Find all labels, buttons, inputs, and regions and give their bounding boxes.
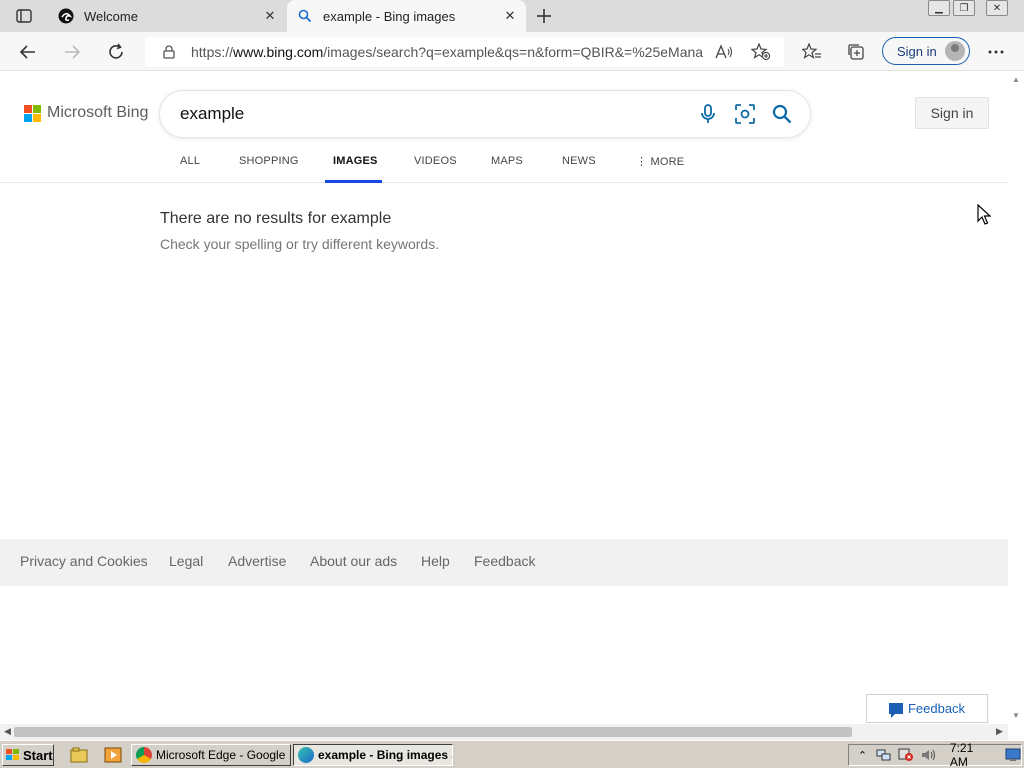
url-host: www.bing.com [233,44,324,60]
search-query[interactable]: example [180,104,244,124]
edge-icon [298,747,314,763]
start-label: Start [23,747,53,763]
security-alert-icon[interactable] [898,747,914,763]
vertical-tabs: ALL SHOPPING IMAGES VIDEOS MAPS NEWS ⋮ M… [0,151,1008,183]
network-icon[interactable] [876,747,892,763]
edge-favicon-icon [58,8,74,24]
minimize-icon[interactable]: ▁ [928,0,950,16]
more-dots-icon: ⋮ [636,156,648,168]
volume-icon[interactable] [920,747,936,763]
bing-signin-button[interactable]: Sign in [915,97,989,129]
active-tab-indicator [325,180,382,183]
tab-shopping[interactable]: SHOPPING [239,155,299,167]
address-bar[interactable]: https://www.bing.com/images/search?q=exa… [145,37,784,67]
bing-logo[interactable]: Microsoft Bing [24,104,148,122]
collections-icon[interactable] [842,38,870,66]
favorites-icon[interactable] [798,38,826,66]
tab-images[interactable]: IMAGES [333,155,378,167]
read-aloud-icon[interactable] [710,38,738,66]
profile-signin-button[interactable]: Sign in [882,37,970,65]
url-text: https://www.bing.com/images/search?q=exa… [191,44,703,60]
tab-videos[interactable]: VIDEOS [414,155,457,167]
new-tab-icon[interactable] [532,4,556,28]
logo-text: Microsoft Bing [47,104,149,121]
no-results-title: There are no results for example [160,210,392,227]
feedback-icon [888,703,903,718]
tab-more[interactable]: ⋮ MORE [636,155,684,168]
scrollbar-thumb[interactable] [14,727,852,737]
search-icon[interactable] [770,102,794,126]
footer-link-advertise[interactable]: Advertise [228,553,286,569]
avatar-icon [945,41,965,61]
tab-strip: Welcome ✕ example - Bing images ✕ ▁ ❐ ✕ [0,0,1024,32]
tab-actions-icon[interactable] [8,4,40,28]
tab-more-label: MORE [650,156,685,168]
mouse-cursor-icon [977,204,991,225]
search-box[interactable]: example [160,91,810,137]
footer-link-help[interactable]: Help [421,553,450,569]
add-favorite-icon[interactable] [747,38,775,66]
forward-icon[interactable] [58,38,86,66]
clock[interactable]: 7:21 AM [950,741,991,769]
start-button[interactable]: Start [2,744,54,766]
scroll-left-icon[interactable]: ◀ [4,726,11,737]
tab-title: Welcome [84,8,138,24]
tab-bing-images[interactable]: example - Bing images ✕ [287,0,526,32]
feedback-button[interactable]: Feedback [866,694,988,723]
explorer-quicklaunch-icon[interactable] [70,746,88,764]
taskbar-item-edge[interactable]: example - Bing images a... [293,744,453,766]
microsoft-logo-icon [24,104,41,122]
no-results-subtitle: Check your spelling or try different key… [160,236,440,252]
scroll-up-icon[interactable]: ▲ [1012,75,1020,84]
browser-chrome: Welcome ✕ example - Bing images ✕ ▁ ❐ ✕ [0,0,1024,71]
back-icon[interactable] [14,38,42,66]
feedback-button-label: Feedback [907,701,966,716]
search-favicon-icon [297,8,313,24]
footer-link-about-ads[interactable]: About our ads [310,553,397,569]
refresh-icon[interactable] [102,38,130,66]
tab-all[interactable]: ALL [180,155,200,167]
close-tab-icon[interactable]: ✕ [500,6,520,26]
tab-title: example - Bing images [323,8,456,24]
lock-icon[interactable] [163,45,179,59]
url-path: /images/search?q=example&qs=n&form=QBIR&… [323,44,703,60]
address-toolbar: https://www.bing.com/images/search?q=exa… [0,32,1024,71]
show-hidden-icons-icon[interactable]: ⌃ [855,747,870,763]
system-tray: ⌃ 7:21 AM [848,741,1022,769]
windows-flag-icon [6,749,20,761]
footer-link-legal[interactable]: Legal [169,553,203,569]
display-icon[interactable] [1005,747,1021,763]
chrome-icon [136,747,152,763]
taskbar-item-label: example - Bing images a... [318,748,452,762]
taskbar-item-chrome[interactable]: Microsoft Edge - Google ... [131,744,291,766]
tab-news[interactable]: NEWS [562,155,596,167]
scroll-down-icon[interactable]: ▼ [1012,711,1020,720]
scroll-right-icon[interactable]: ▶ [996,726,1003,737]
visual-search-icon[interactable] [733,102,757,126]
tab-welcome[interactable]: Welcome ✕ [48,0,286,32]
more-options-icon[interactable] [982,38,1010,66]
tab-maps[interactable]: MAPS [491,155,523,167]
footer: Privacy and Cookies Legal Advertise Abou… [0,539,1008,586]
close-window-icon[interactable]: ✕ [986,0,1008,16]
profile-signin-label: Sign in [897,43,937,59]
taskbar: Start Microsoft Edge - Google ... exampl… [0,740,1024,769]
vertical-scrollbar[interactable]: ▲ ▼ [1008,71,1024,724]
page-content: Microsoft Bing example Sign in ALL SHOPP… [0,71,1008,724]
media-player-quicklaunch-icon[interactable] [104,746,122,764]
close-tab-icon[interactable]: ✕ [260,6,280,26]
footer-link-privacy[interactable]: Privacy and Cookies [20,553,148,569]
microphone-icon[interactable] [696,102,720,126]
footer-link-feedback[interactable]: Feedback [474,553,535,569]
restore-icon[interactable]: ❐ [953,0,975,16]
url-prefix: https:// [191,44,234,60]
taskbar-item-label: Microsoft Edge - Google ... [156,748,291,762]
horizontal-scrollbar[interactable]: ◀ ▶ [0,724,1008,740]
